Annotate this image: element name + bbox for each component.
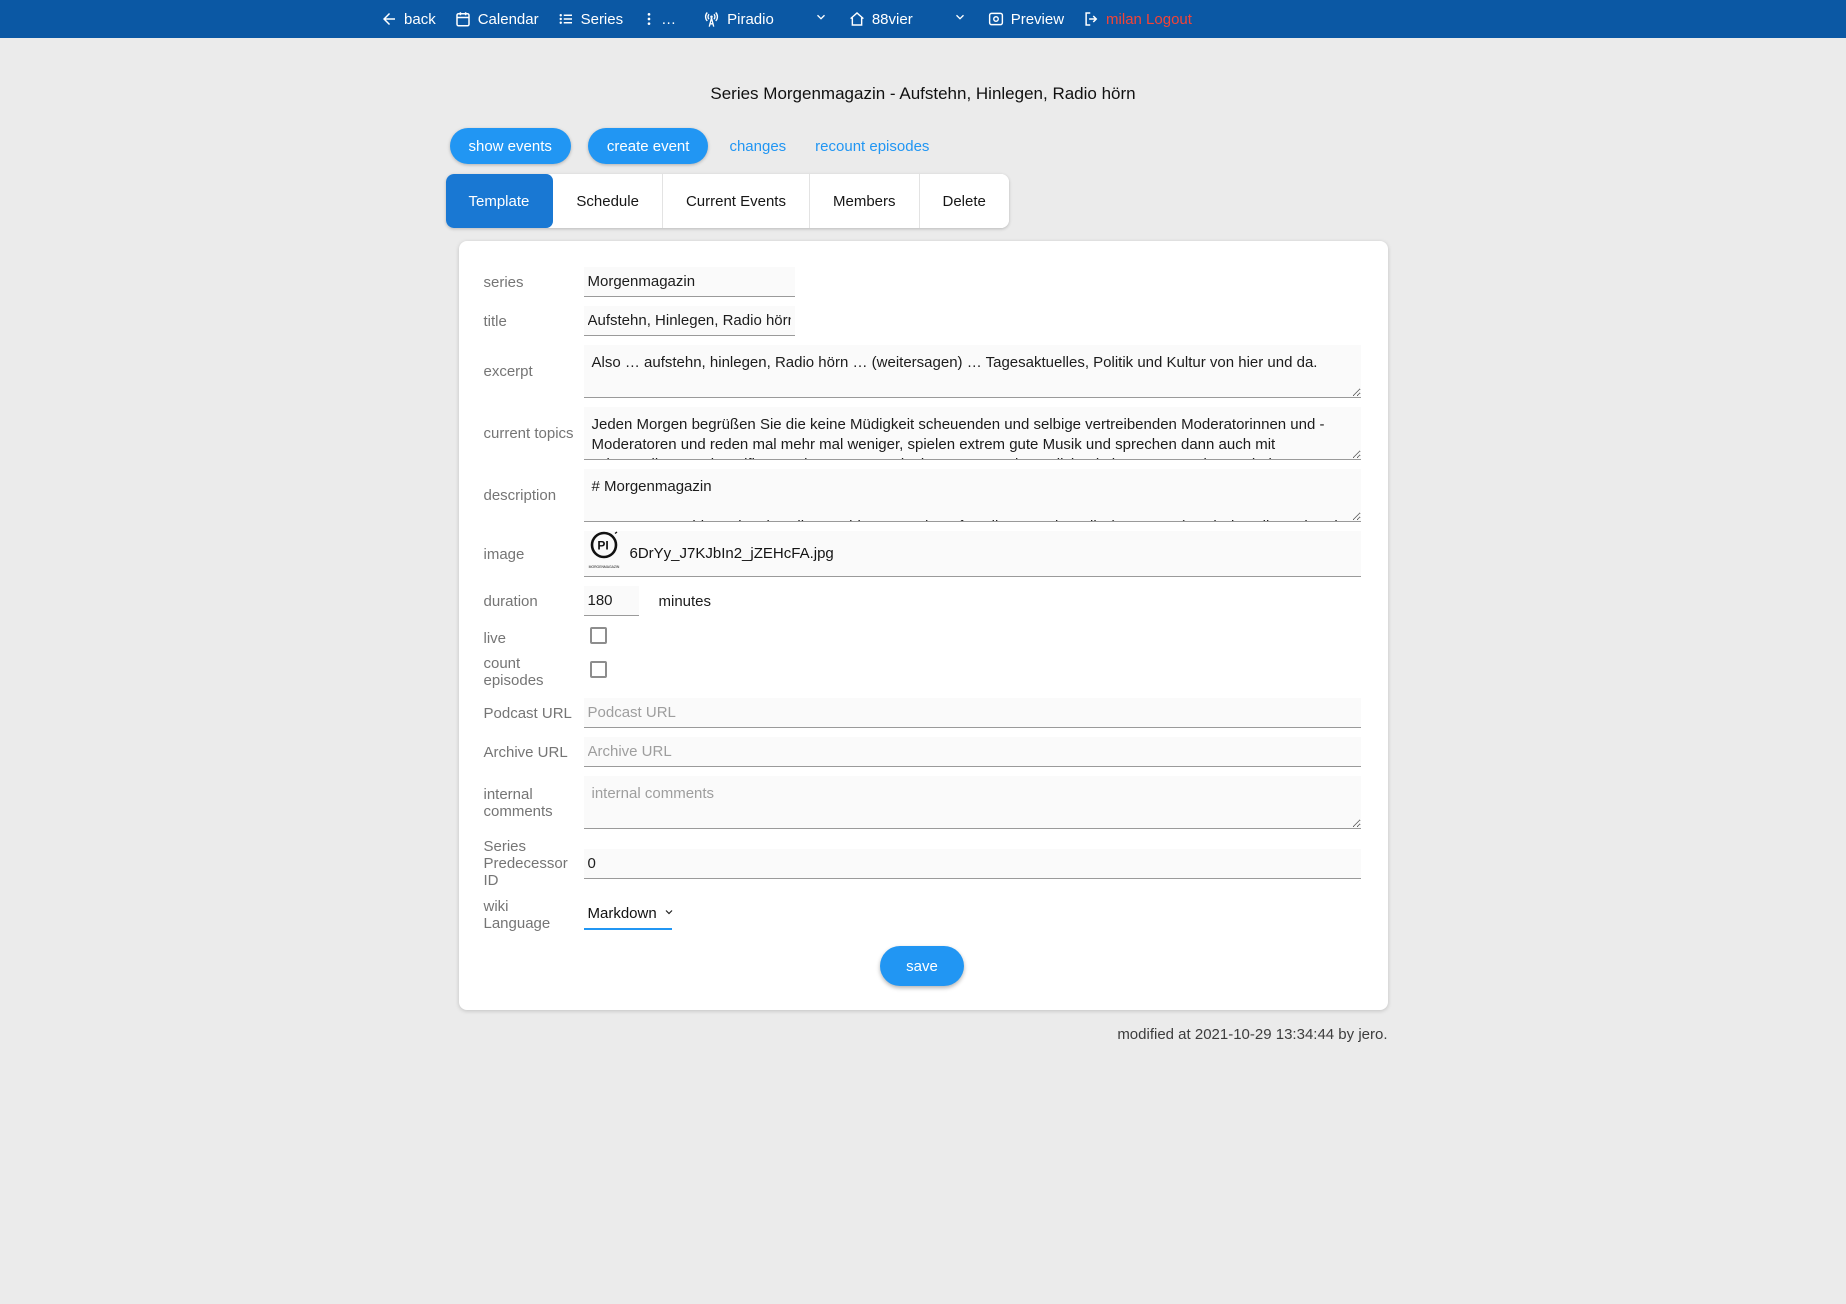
podcast-url-label: Podcast URL (484, 705, 584, 722)
svg-text:MORGENMAGAZIN: MORGENMAGAZIN (588, 565, 619, 569)
eye-icon (987, 10, 1005, 28)
podcast-url-row: Podcast URL (484, 698, 1361, 728)
archive-url-input[interactable] (584, 737, 1361, 767)
count-episodes-checkbox[interactable] (590, 661, 607, 678)
recount-episodes-link[interactable]: recount episodes (815, 138, 929, 155)
changes-link[interactable]: changes (729, 138, 786, 155)
home-icon (848, 10, 866, 28)
page-title: Series Morgenmagazin - Aufstehn, Hinlege… (459, 84, 1388, 104)
series-logo-thumbnail: PI MORGENMAGAZIN (588, 530, 620, 577)
series-label: series (484, 274, 584, 291)
duration-input[interactable] (584, 586, 639, 616)
modified-note: modified at 2021-10-29 13:34:44 by jero. (459, 1026, 1388, 1043)
nav-more-label: … (661, 11, 676, 28)
wiki-language-label: wiki Language (484, 898, 584, 932)
show-events-button[interactable]: show events (450, 128, 571, 164)
svg-text:PI: PI (597, 539, 608, 553)
wiki-language-value: Markdown (588, 905, 657, 922)
duration-unit: minutes (659, 593, 712, 610)
current-topics-row: current topics Jeden Morgen begrüßen Sie… (484, 407, 1361, 460)
antenna-icon (702, 10, 721, 29)
live-row: live (484, 625, 1361, 651)
tab-current-events[interactable]: Current Events (663, 174, 810, 228)
save-button[interactable]: save (880, 946, 964, 986)
nav-station-label: 88vier (872, 11, 913, 28)
list-icon (557, 10, 575, 28)
tab-bar: Template Schedule Current Events Members… (446, 174, 1009, 228)
duration-label: duration (484, 593, 584, 610)
image-file-field[interactable]: PI MORGENMAGAZIN 6DrYy_J7KJbIn2_jZEHcFA.… (584, 531, 1361, 577)
predecessor-input[interactable] (584, 849, 1361, 879)
duration-row: duration minutes (484, 586, 1361, 616)
nav-piradio-label: Piradio (727, 11, 774, 28)
count-episodes-row: count episodes (484, 655, 1361, 689)
nav-preview-label: Preview (1011, 11, 1064, 28)
podcast-url-input[interactable] (584, 698, 1361, 728)
create-event-button[interactable]: create event (588, 128, 709, 164)
series-row: series (484, 267, 1361, 297)
current-topics-textarea[interactable]: Jeden Morgen begrüßen Sie die keine Müdi… (584, 407, 1361, 460)
nav-piradio[interactable]: Piradio (702, 10, 774, 29)
predecessor-label: Series Predecessor ID (484, 838, 584, 889)
nav-calendar[interactable]: Calendar (454, 10, 539, 28)
nav-back[interactable]: back (380, 10, 436, 28)
description-label: description (484, 487, 584, 504)
nav-logout-label: milan Logout (1106, 11, 1192, 28)
wiki-language-select[interactable]: Markdown (584, 901, 672, 930)
tab-members[interactable]: Members (810, 174, 920, 228)
page-content: Series Morgenmagazin - Aufstehn, Hinlege… (459, 84, 1388, 1043)
nav-more-menu[interactable]: … (641, 11, 676, 28)
chevron-down-icon (663, 905, 675, 922)
tab-delete[interactable]: Delete (920, 174, 1009, 228)
piradio-dropdown-toggle[interactable] (814, 10, 828, 28)
chevron-down-icon (953, 10, 967, 28)
nav-preview[interactable]: Preview (987, 10, 1064, 28)
excerpt-row: excerpt Also … aufstehn, hinlegen, Radio… (484, 345, 1361, 398)
title-label: title (484, 313, 584, 330)
live-label: live (484, 630, 584, 647)
predecessor-row: Series Predecessor ID (484, 838, 1361, 889)
nav-station[interactable]: 88vier (848, 10, 913, 28)
nav-back-label: back (404, 11, 436, 28)
archive-url-row: Archive URL (484, 737, 1361, 767)
nav-series-label: Series (581, 11, 624, 28)
dots-vertical-icon (641, 11, 657, 27)
logout-icon (1082, 10, 1100, 28)
current-topics-label: current topics (484, 425, 584, 442)
series-input[interactable] (584, 267, 795, 297)
count-episodes-label: count episodes (484, 655, 584, 689)
excerpt-textarea[interactable]: Also … aufstehn, hinlegen, Radio hörn … … (584, 345, 1361, 398)
arrow-left-icon (380, 10, 398, 28)
image-row: image PI MORGENMAGAZIN 6DrYy_J7KJbIn2_jZ… (484, 531, 1361, 577)
internal-comments-textarea[interactable] (584, 776, 1361, 829)
live-checkbox[interactable] (590, 627, 607, 644)
excerpt-label: excerpt (484, 363, 584, 380)
station-dropdown-toggle[interactable] (953, 10, 967, 28)
title-row: title (484, 306, 1361, 336)
description-textarea[interactable]: # Morgenmagazin Immer Montag bis Freitag… (584, 469, 1361, 522)
save-row: save (484, 946, 1361, 986)
tab-schedule[interactable]: Schedule (553, 174, 663, 228)
archive-url-label: Archive URL (484, 744, 584, 761)
wiki-language-row: wiki Language Markdown (484, 898, 1361, 932)
image-filename: 6DrYy_J7KJbIn2_jZEHcFA.jpg (630, 545, 834, 562)
internal-comments-label: internal comments (484, 786, 584, 820)
description-row: description # Morgenmagazin Immer Montag… (484, 469, 1361, 522)
nav-logout[interactable]: milan Logout (1082, 10, 1192, 28)
tab-template[interactable]: Template (446, 174, 554, 228)
nav-calendar-label: Calendar (478, 11, 539, 28)
nav-series[interactable]: Series (557, 10, 624, 28)
template-form-card: series title excerpt Also … aufstehn, hi… (459, 241, 1388, 1010)
internal-comments-row: internal comments (484, 776, 1361, 829)
actions-row: show events create event changes recount… (450, 128, 1388, 164)
title-input[interactable] (584, 306, 795, 336)
chevron-down-icon (814, 10, 828, 28)
image-label: image (484, 546, 584, 563)
top-navbar: back Calendar Series … (0, 0, 1846, 38)
calendar-icon (454, 10, 472, 28)
